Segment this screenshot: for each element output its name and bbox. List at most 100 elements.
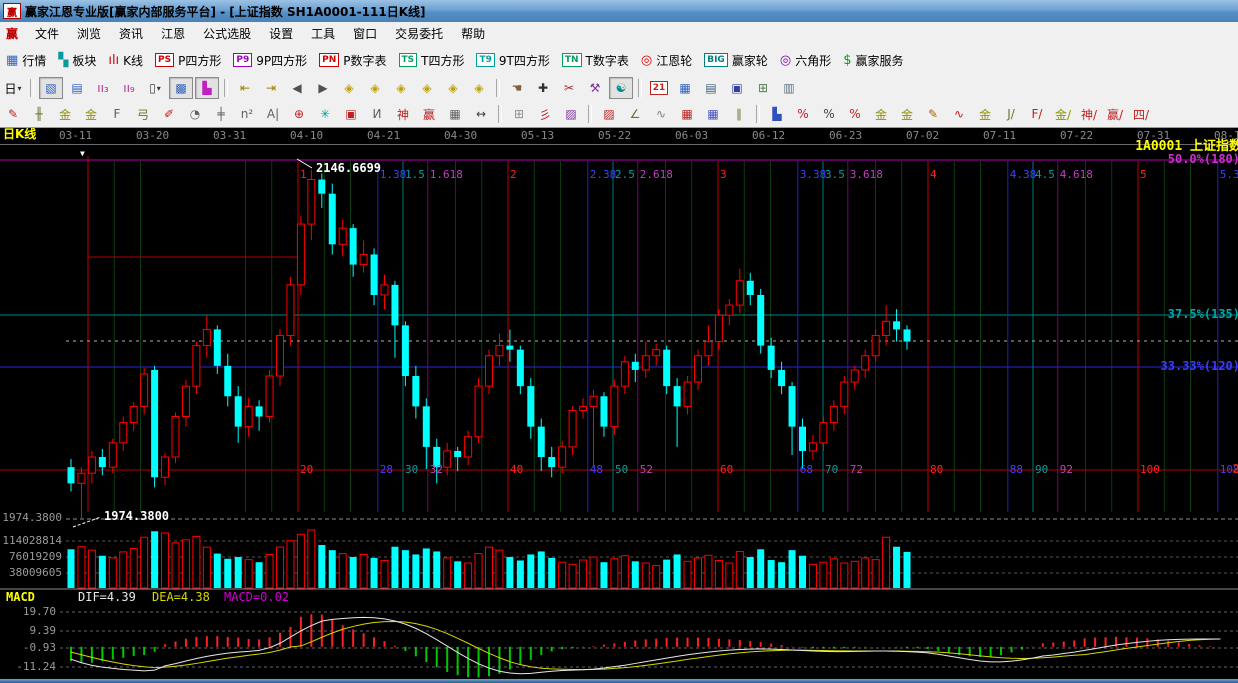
tool-percent-lines[interactable]: % xyxy=(843,103,867,125)
tool-zoom-fit[interactable]: ◈ xyxy=(467,77,491,99)
tool-grid-blue[interactable]: ▦ xyxy=(701,103,725,125)
menu-item-5[interactable]: 设置 xyxy=(260,23,302,44)
tool-fan-rays[interactable]: 彡 xyxy=(533,103,557,125)
tool-percent-strike[interactable]: % xyxy=(791,103,815,125)
tool-print-tool[interactable]: ▥ xyxy=(777,77,801,99)
tool-zoom-left[interactable]: ◈ xyxy=(337,77,361,99)
tool-zoom-h-expand[interactable]: ◈ xyxy=(389,77,413,99)
tool-wave-red[interactable]: ∿ xyxy=(947,103,971,125)
toolbar-button-t-number-table[interactable]: TN T数字表 xyxy=(556,49,635,71)
menu-item-8[interactable]: 交易委托 xyxy=(386,23,452,44)
tool-hist-blue[interactable]: ▙ xyxy=(765,103,789,125)
tool-ray-star[interactable]: ✳ xyxy=(313,103,337,125)
tool-zoom-all[interactable]: ◈ xyxy=(441,77,465,99)
tool-ying-angle[interactable]: 赢/ xyxy=(1103,103,1127,125)
tool-speed-line[interactable]: И xyxy=(365,103,389,125)
tool-color-bars-tool[interactable]: ▙ xyxy=(195,77,219,99)
tool-angle-set[interactable]: ∠ xyxy=(623,103,647,125)
toolbar-button-kline[interactable]: ılı K线 xyxy=(102,49,149,71)
tool-hand-tool[interactable]: ☚ xyxy=(505,77,529,99)
toolbar-button-gann-wheel[interactable]: ◎ 江恩轮 xyxy=(635,49,698,71)
period-day-dropdown-icon: 日 xyxy=(4,81,17,96)
tool-anchor-tool[interactable]: ⚒ xyxy=(583,77,607,99)
tool-f-angle[interactable]: F/ xyxy=(1025,103,1049,125)
tool-first-page[interactable]: ⇤ xyxy=(233,77,257,99)
toolbar-button-sectors[interactable]: ▚ 板块 xyxy=(52,49,102,71)
tool-ying-tool[interactable]: 赢 xyxy=(417,103,441,125)
tool-zoom-h-shrink[interactable]: ◈ xyxy=(415,77,439,99)
tool-n-square[interactable]: n² xyxy=(235,103,259,125)
tool-gann-brain-tool[interactable]: ☯ xyxy=(609,77,633,99)
tool-clock-cycle[interactable]: ◔ xyxy=(183,103,207,125)
tool-crosshair-tool[interactable]: ✚ xyxy=(531,77,555,99)
tool-tick-ruler[interactable]: ╪ xyxy=(209,103,233,125)
tool-parallel-lines[interactable]: ∥ xyxy=(727,103,751,125)
tool-gold-grid-a[interactable]: 金 xyxy=(53,103,77,125)
menu-item-9[interactable]: 帮助 xyxy=(452,23,494,44)
tool-grid-ticks[interactable]: ╫ xyxy=(27,103,51,125)
menu-item-3[interactable]: 江恩 xyxy=(152,23,194,44)
tool-shen-tool[interactable]: 神 xyxy=(391,103,415,125)
tool-calculator-tool[interactable]: ▦ xyxy=(673,77,697,99)
tool-pattern-tool[interactable]: ▩ xyxy=(169,77,193,99)
macd-scale-2: -0.93 xyxy=(22,641,56,654)
tool-spiral-tool[interactable]: 弓 xyxy=(131,103,155,125)
date-tick-06-23: 06-23 xyxy=(829,129,863,142)
tool-circle-cross[interactable]: ⊕ xyxy=(287,103,311,125)
tool-pen-candle[interactable]: ✎ xyxy=(921,103,945,125)
title-bar[interactable]: 赢 赢家江恩专业版[赢家内部服务平台] - [上证指数 SH1A0001-111… xyxy=(0,0,1238,23)
toolbar-button-winner-wheel[interactable]: BIG 赢家轮 xyxy=(698,49,774,71)
tool-info-panel[interactable]: ▤ xyxy=(65,77,89,99)
tool-gold-circle[interactable]: 金 xyxy=(869,103,893,125)
tool-zigzag-tool[interactable]: ∿ xyxy=(649,103,673,125)
tool-page-prev[interactable]: ◀ xyxy=(285,77,309,99)
tool-span-arrows[interactable]: ↔ xyxy=(469,103,493,125)
menu-item-4[interactable]: 公式选股 xyxy=(194,23,260,44)
menu-item-2[interactable]: 资讯 xyxy=(110,23,152,44)
tool-period-day-dropdown[interactable]: 日 ▾ xyxy=(1,77,25,99)
tool-j-angle[interactable]: J/ xyxy=(999,103,1023,125)
tool-region-tool[interactable]: ▧ xyxy=(39,77,63,99)
tool-f-ruler[interactable]: F xyxy=(105,103,129,125)
menu-item-1[interactable]: 浏览 xyxy=(68,23,110,44)
tool-candle-style-dropdown[interactable]: ▯ ▾ xyxy=(143,77,167,99)
tool-cut-tool[interactable]: ✂ xyxy=(557,77,581,99)
toolbar-button-p-square[interactable]: PS P四方形 xyxy=(149,49,227,71)
tool-num-grid[interactable]: ▦ xyxy=(443,103,467,125)
tool-percent-plain[interactable]: % xyxy=(817,103,841,125)
tool-gold-plain[interactable]: 金 xyxy=(973,103,997,125)
toolbar-button-hexagon[interactable]: ◎ 六角形 xyxy=(774,49,837,71)
tool-shen-angle[interactable]: 神/ xyxy=(1077,103,1101,125)
tool-mirror-tool[interactable]: A| xyxy=(261,103,285,125)
menu-item-7[interactable]: 窗口 xyxy=(344,23,386,44)
menu-item-0[interactable]: 文件 xyxy=(26,23,68,44)
tool-bars-3-tool[interactable]: ıı₃ xyxy=(91,77,115,99)
toolbar-button-9t-square[interactable]: T9 9T四方形 xyxy=(470,49,555,71)
tool-four-angle[interactable]: 四/ xyxy=(1129,103,1153,125)
tool-last-page[interactable]: ⇥ xyxy=(259,77,283,99)
tool-fan-box-purple[interactable]: ▨ xyxy=(559,103,583,125)
tool-grid-red[interactable]: ▦ xyxy=(675,103,699,125)
toolbar-button-9p-square[interactable]: P9 9P四方形 xyxy=(227,49,313,71)
toolbar-button-p-number-table[interactable]: PN P数字表 xyxy=(313,49,392,71)
tool-calendar-tool[interactable]: 21 xyxy=(647,77,671,99)
toolbar-button-quotes[interactable]: ▦ 行情 xyxy=(0,49,52,71)
tool-fan-box-red[interactable]: ▨ xyxy=(597,103,621,125)
tool-save-tool[interactable]: ▣ xyxy=(725,77,749,99)
tool-bars-9-tool[interactable]: ıı₉ xyxy=(117,77,141,99)
tool-frame-tool[interactable]: ⊞ xyxy=(507,103,531,125)
tool-gold-grid-b[interactable]: 金 xyxy=(79,103,103,125)
toolbar-button-t-square[interactable]: TS T四方形 xyxy=(393,49,471,71)
tool-gold-lines[interactable]: 金 xyxy=(895,103,919,125)
tool-draw-brush[interactable]: ✎ xyxy=(1,103,25,125)
toolbar-button-winner-service[interactable]: $ 赢家服务 xyxy=(837,49,909,71)
menu-item-6[interactable]: 工具 xyxy=(302,23,344,44)
tool-export-tool[interactable]: ⊞ xyxy=(751,77,775,99)
tool-gold-angle[interactable]: 金/ xyxy=(1051,103,1075,125)
speed-line-icon: И xyxy=(372,107,382,121)
tool-draw-brush-2[interactable]: ✐ xyxy=(157,103,181,125)
tool-ray-box[interactable]: ▣ xyxy=(339,103,363,125)
tool-notes-tool[interactable]: ▤ xyxy=(699,77,723,99)
tool-page-next[interactable]: ▶ xyxy=(311,77,335,99)
tool-zoom-right[interactable]: ◈ xyxy=(363,77,387,99)
